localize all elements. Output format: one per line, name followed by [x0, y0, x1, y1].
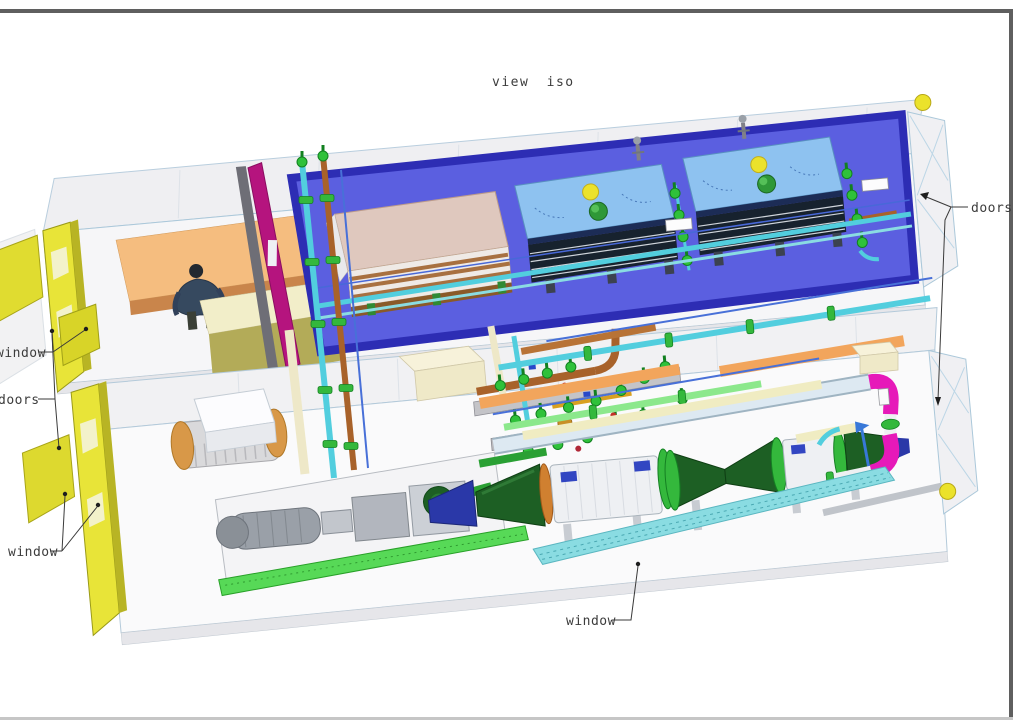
blue-patch [790, 444, 806, 455]
label-window-left-lower: window [8, 545, 58, 560]
valve [296, 150, 308, 168]
label-doors-left: doors [0, 393, 40, 408]
pipe-flange [745, 318, 755, 335]
operator-leg-left [186, 311, 198, 330]
pipe-flange [322, 440, 338, 448]
pipe-flange [331, 318, 347, 326]
cooler2-support [832, 232, 843, 248]
pipe-flange [310, 320, 326, 328]
iso-view-drawing: view iso doors window doors window windo… [0, 9, 1013, 720]
tan-cooler-leg [497, 281, 507, 294]
pipe-flange [317, 386, 333, 394]
pipe-flange [588, 404, 598, 420]
label-window-bottom: window [566, 614, 616, 629]
pipe-flange [319, 194, 335, 202]
pipe-flange [338, 384, 354, 392]
pipe-flange [343, 442, 359, 450]
label-doors-right: doors [971, 201, 1013, 216]
pipe-flange [677, 389, 687, 405]
valve-label-plate [665, 217, 693, 232]
doors-left-dot [56, 445, 62, 451]
blue-patch [633, 460, 651, 472]
valve [317, 144, 329, 162]
view-title: view iso [492, 75, 575, 90]
elbow-label-plate [877, 387, 890, 406]
window-left-lower-dot-1 [62, 491, 68, 497]
open-door-leaf [21, 434, 76, 524]
frame-bottom [0, 717, 1013, 720]
partition-label-plate [267, 240, 277, 267]
pipe-flange [826, 305, 836, 321]
window-left-upper-dot-2 [83, 326, 89, 332]
blue-handle [583, 391, 591, 397]
cooler2-support [713, 251, 724, 266]
window-left-upper-dot-1 [49, 328, 55, 334]
cooler2-support [774, 241, 786, 257]
frame-top [0, 9, 1013, 13]
coupling [320, 508, 354, 535]
blue-patch [560, 470, 578, 483]
pipe-flange [304, 258, 320, 266]
pipe-flange [664, 332, 674, 348]
label-window-left-upper: window [0, 346, 46, 361]
gearbox [351, 491, 411, 542]
window-left-lower-dot-2 [95, 502, 101, 508]
frame-right [1009, 9, 1013, 719]
pipe-flange [298, 196, 314, 204]
cad-drawing-canvas: view iso doors window doors window windo… [0, 0, 1024, 724]
window-bottom-dot [635, 561, 641, 567]
pipe-flange [583, 345, 593, 362]
pipe-flange [325, 256, 341, 264]
valve-label-plate [861, 177, 889, 192]
